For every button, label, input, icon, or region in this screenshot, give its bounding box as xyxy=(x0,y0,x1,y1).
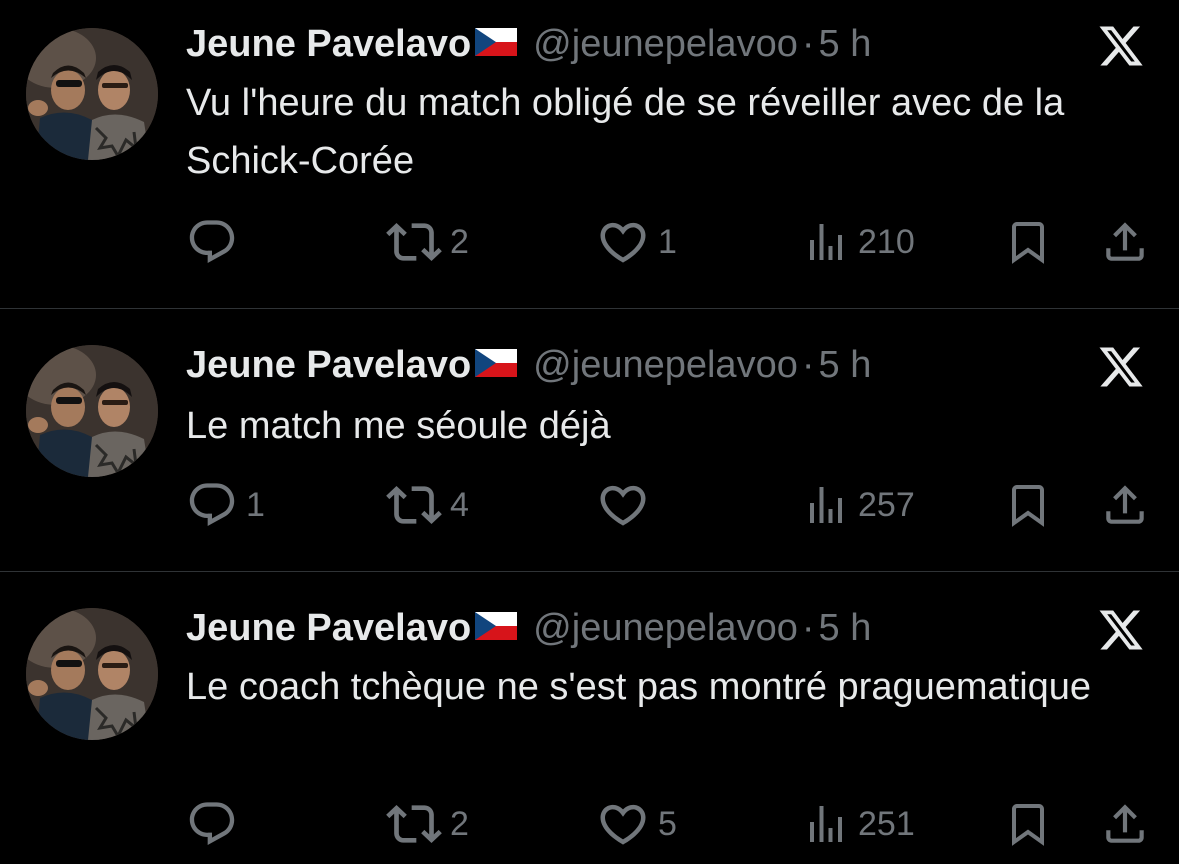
avatar-photo xyxy=(26,28,158,160)
heart-icon xyxy=(596,215,650,269)
retweet-button[interactable]: 4 xyxy=(386,477,469,533)
tweet-actions: 2 1 210 xyxy=(0,214,1179,270)
heart-icon xyxy=(596,797,650,851)
tweet-text: Le match me séoule déjà xyxy=(186,405,611,447)
reply-icon xyxy=(186,798,238,850)
author-handle[interactable]: @jeunepelavoo xyxy=(533,344,798,387)
author-handle[interactable]: @jeunepelavoo xyxy=(533,23,798,66)
views-count: 257 xyxy=(858,485,915,524)
author-name[interactable]: Jeune Pavelavo xyxy=(186,23,471,66)
like-button[interactable]: 5 xyxy=(596,796,677,852)
views-count: 210 xyxy=(858,222,915,261)
tweet-text: Vu l'heure du match obligé de se réveill… xyxy=(186,82,1065,182)
reply-count: 1 xyxy=(246,485,265,524)
tweet[interactable]: Jeune Pavelavo @jeunepelavoo · 5 h Vu l'… xyxy=(0,0,1179,308)
bookmark-button[interactable] xyxy=(1004,796,1052,852)
share-icon xyxy=(1100,217,1150,267)
share-button[interactable] xyxy=(1100,796,1150,852)
separator-dot: · xyxy=(801,606,815,649)
tweet-actions: 2 5 251 xyxy=(0,796,1179,852)
czech-flag-icon xyxy=(475,28,517,61)
share-icon xyxy=(1100,799,1150,849)
views-count: 251 xyxy=(858,804,915,843)
bookmark-icon xyxy=(1004,218,1052,266)
views-icon xyxy=(802,218,850,266)
tweet[interactable]: Jeune Pavelavo @jeunepelavoo · 5 h Le co… xyxy=(0,572,1179,864)
avatar[interactable] xyxy=(26,608,158,740)
retweet-icon xyxy=(386,214,442,270)
tweet-header: Jeune Pavelavo @jeunepelavoo · 5 h xyxy=(186,20,871,68)
x-logo-icon xyxy=(1097,343,1145,391)
reply-button[interactable] xyxy=(186,214,246,270)
czech-flag-icon xyxy=(475,349,517,382)
bookmark-button[interactable] xyxy=(1004,214,1052,270)
author-handle[interactable]: @jeunepelavoo xyxy=(533,607,798,650)
share-button[interactable] xyxy=(1100,477,1150,533)
author-name[interactable]: Jeune Pavelavo xyxy=(186,344,471,387)
avatar[interactable] xyxy=(26,28,158,160)
x-logo-icon xyxy=(1097,22,1145,70)
views-button[interactable]: 210 xyxy=(802,214,915,270)
timestamp[interactable]: 5 h xyxy=(819,23,872,66)
retweet-count: 4 xyxy=(450,485,469,524)
share-button[interactable] xyxy=(1100,214,1150,270)
bookmark-button[interactable] xyxy=(1004,477,1052,533)
tweet-actions: 1 4 257 xyxy=(0,477,1179,533)
tweet[interactable]: Jeune Pavelavo @jeunepelavoo · 5 h Le ma… xyxy=(0,309,1179,571)
separator-dot: · xyxy=(801,343,815,386)
share-icon xyxy=(1100,480,1150,530)
like-button[interactable] xyxy=(596,477,658,533)
views-icon xyxy=(802,481,850,529)
views-button[interactable]: 251 xyxy=(802,796,915,852)
czech-flag-icon xyxy=(475,612,517,645)
retweet-count: 2 xyxy=(450,804,469,843)
reply-icon xyxy=(186,479,238,531)
tweet-text: Le coach tchèque ne s'est pas montré pra… xyxy=(186,666,1092,708)
retweet-icon xyxy=(386,477,442,533)
timestamp[interactable]: 5 h xyxy=(819,607,872,650)
retweet-count: 2 xyxy=(450,222,469,261)
reply-button[interactable]: 1 xyxy=(186,477,265,533)
like-count: 5 xyxy=(658,804,677,843)
reply-button[interactable] xyxy=(186,796,246,852)
x-logo-icon xyxy=(1097,606,1145,654)
avatar-photo xyxy=(26,608,158,740)
separator-dot: · xyxy=(801,22,815,65)
retweet-button[interactable]: 2 xyxy=(386,796,469,852)
like-button[interactable]: 1 xyxy=(596,214,677,270)
views-button[interactable]: 257 xyxy=(802,477,915,533)
views-icon xyxy=(802,800,850,848)
retweet-button[interactable]: 2 xyxy=(386,214,469,270)
retweet-icon xyxy=(386,796,442,852)
tweet-header: Jeune Pavelavo @jeunepelavoo · 5 h xyxy=(186,341,871,389)
bookmark-icon xyxy=(1004,800,1052,848)
tweet-header: Jeune Pavelavo @jeunepelavoo · 5 h xyxy=(186,604,871,652)
bookmark-icon xyxy=(1004,481,1052,529)
timestamp[interactable]: 5 h xyxy=(819,344,872,387)
heart-icon xyxy=(596,478,650,532)
author-name[interactable]: Jeune Pavelavo xyxy=(186,607,471,650)
avatar-photo xyxy=(26,345,158,477)
like-count: 1 xyxy=(658,222,677,261)
avatar[interactable] xyxy=(26,345,158,477)
reply-icon xyxy=(186,216,238,268)
